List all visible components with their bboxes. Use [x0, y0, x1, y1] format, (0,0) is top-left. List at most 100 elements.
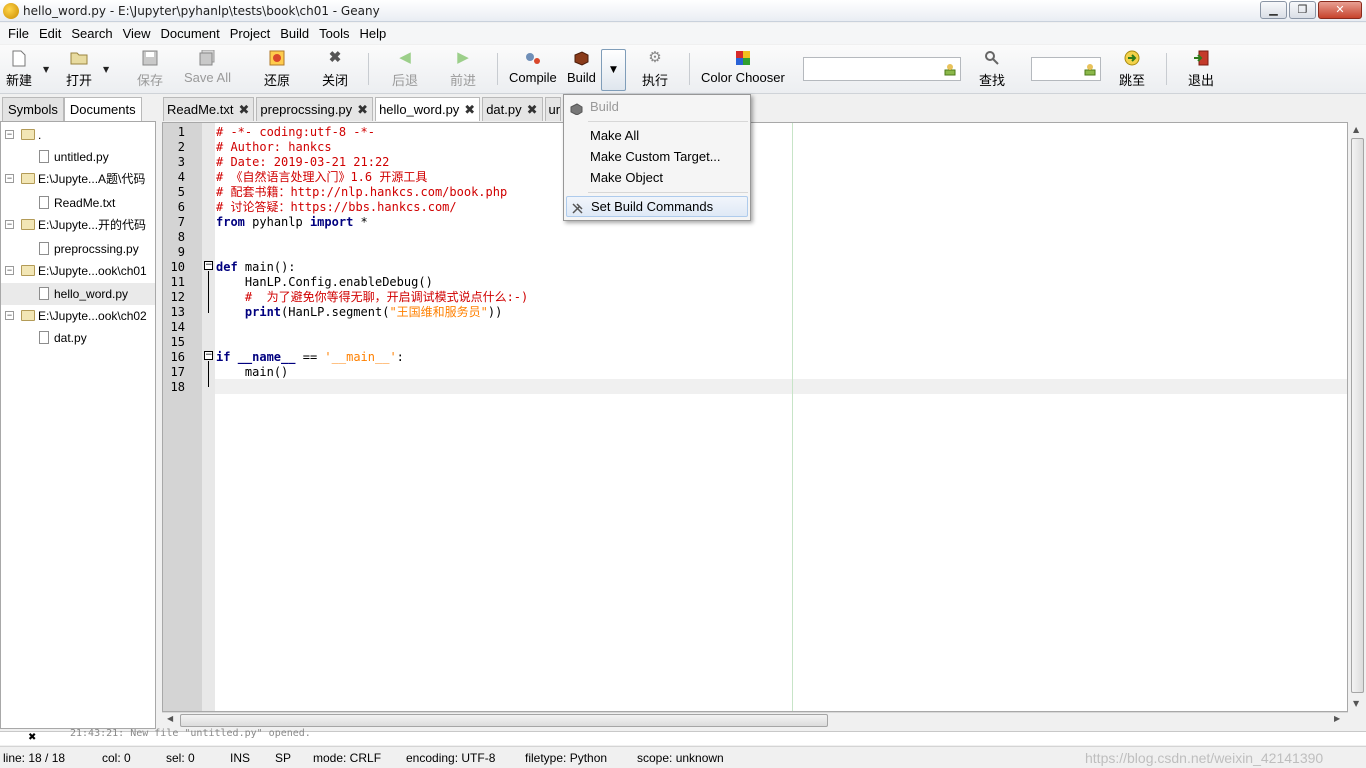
menu-item-make-object[interactable]: Make Object [564, 167, 750, 188]
build-dropdown-button[interactable]: ▼ [601, 49, 626, 91]
close-tab-icon[interactable]: ✖ [464, 99, 475, 121]
compile-button[interactable]: Compile [509, 49, 557, 91]
menu-document[interactable]: Document [157, 26, 224, 41]
collapse-icon[interactable]: − [5, 220, 14, 229]
menu-item-make-all[interactable]: Make All [564, 125, 750, 146]
tree-file-selected[interactable]: hello_word.py [1, 283, 155, 305]
menu-separator [588, 192, 748, 193]
tab-symbols[interactable]: Symbols [2, 97, 64, 121]
horizontal-scroll-thumb[interactable] [180, 714, 828, 727]
search-input[interactable] [803, 57, 961, 81]
forward-button[interactable]: ▶ 前进 [450, 49, 476, 91]
line-number: 11 [170, 275, 185, 289]
revert-button[interactable]: 还原 [264, 49, 290, 91]
close-window-button[interactable]: ✕ [1318, 1, 1362, 19]
tree-folder[interactable]: − E:\Jupyte...ook\ch02 [1, 305, 155, 327]
toolbar-separator [497, 53, 498, 85]
tree-folder[interactable]: − E:\Jupyte...开的代码 [1, 214, 155, 236]
status-sp: SP [275, 751, 292, 765]
back-button[interactable]: ◀ 后退 [392, 49, 418, 91]
fold-toggle-icon[interactable]: − [204, 261, 213, 270]
collapse-icon[interactable]: − [5, 130, 14, 139]
goto-go-icon[interactable] [1084, 62, 1096, 76]
collapse-icon[interactable]: − [5, 311, 14, 320]
folder-icon [21, 173, 35, 184]
horizontal-scrollbar[interactable]: ◀ ▶ [162, 712, 1348, 728]
close-tab-icon[interactable]: ✖ [357, 99, 368, 121]
scroll-right-arrow[interactable]: ▶ [1334, 714, 1340, 723]
menu-project[interactable]: Project [226, 26, 274, 41]
tab-readme[interactable]: ReadMe.txt ✖ [163, 97, 255, 121]
code-line[interactable]: # Author: hankcs [216, 140, 332, 155]
tab-documents[interactable]: Documents [63, 97, 142, 121]
collapse-icon[interactable]: − [5, 266, 14, 275]
tree-folder[interactable]: − . [1, 124, 155, 146]
code-line[interactable]: main() [216, 365, 288, 380]
goto-button[interactable]: 跳至 [1119, 49, 1145, 91]
menu-build[interactable]: Build [276, 26, 313, 41]
tree-folder[interactable]: − E:\Jupyte...A题\代码 [1, 168, 155, 190]
status-bar: line: 18 / 18 col: 0 sel: 0 INS SP mode:… [0, 746, 1366, 768]
tab-dat[interactable]: dat.py ✖ [482, 97, 543, 121]
search-go-icon[interactable] [944, 62, 956, 76]
code-line[interactable]: # 配套书籍：http://nlp.hankcs.com/book.php [216, 185, 507, 200]
code-line[interactable]: if __name__ == '__main__': [216, 350, 404, 365]
code-line[interactable]: # -*- coding:utf-8 -*- [216, 125, 375, 140]
new-dropdown-arrow[interactable]: ▼ [43, 65, 49, 74]
code-line[interactable]: from pyhanlp import * [216, 215, 368, 230]
geany-app-icon [3, 2, 19, 19]
execute-button[interactable]: ⚙ 执行 [642, 49, 668, 91]
open-button[interactable]: 打开 [66, 49, 92, 91]
fold-toggle-icon[interactable]: − [204, 351, 213, 360]
new-button[interactable]: 新建 [6, 49, 32, 91]
code-line[interactable]: # Date: 2019-03-21 21:22 [216, 155, 389, 170]
menu-tools[interactable]: Tools [315, 26, 353, 41]
tab-hello-word[interactable]: hello_word.py ✖ [375, 97, 481, 121]
tree-file[interactable]: preprocssing.py [1, 238, 155, 260]
vertical-scroll-thumb[interactable] [1351, 138, 1364, 693]
close-tab-icon[interactable]: ✖ [527, 99, 538, 121]
line-number: 2 [177, 140, 185, 154]
code-line[interactable]: def main(): [216, 260, 296, 275]
code-line[interactable]: print(HanLP.segment("王国维和服务员")) [216, 305, 502, 320]
color-chooser-button[interactable]: Color Chooser [701, 49, 785, 91]
vertical-scrollbar[interactable]: ▲ ▼ [1349, 122, 1366, 712]
code-line[interactable]: HanLP.Config.enableDebug() [216, 275, 433, 290]
build-button[interactable]: Build [567, 49, 596, 91]
tree-file[interactable]: dat.py [1, 327, 155, 349]
tree-file[interactable]: untitled.py [1, 146, 155, 168]
save-button[interactable]: 保存 [137, 49, 163, 91]
maximize-button[interactable]: ❐ [1289, 1, 1316, 19]
tree-folder[interactable]: − E:\Jupyte...ook\ch01 [1, 260, 155, 282]
menu-help[interactable]: Help [356, 26, 391, 41]
close-icon: ✖ [328, 49, 342, 66]
close-tab-icon[interactable]: ✖ [238, 99, 249, 121]
tab-untitled[interactable]: ur [544, 97, 562, 121]
tree-file[interactable]: ReadMe.txt [1, 192, 155, 214]
open-dropdown-arrow[interactable]: ▼ [103, 65, 109, 74]
scroll-left-arrow[interactable]: ◀ [167, 714, 173, 723]
menu-bar: File Edit Search View Document Project B… [0, 23, 1366, 44]
goto-arrow-icon [1123, 49, 1141, 67]
collapse-icon[interactable]: − [5, 174, 14, 183]
menu-item-set-build-commands[interactable]: Set Build Commands [566, 196, 748, 217]
menu-file[interactable]: File [4, 26, 33, 41]
quit-button[interactable]: 退出 [1188, 49, 1214, 91]
goto-line-input[interactable] [1031, 57, 1101, 81]
code-editor[interactable]: 1 2 3 4 5 6 7 8 9 10 11 12 13 14 15 16 17 18 # -*- coding… [162, 122, 1348, 712]
scroll-up-arrow[interactable]: ▲ [1353, 125, 1359, 134]
scroll-down-arrow[interactable]: ▼ [1353, 699, 1359, 708]
save-all-button[interactable]: Save All [184, 49, 231, 91]
close-file-button[interactable]: ✖ 关闭 [322, 49, 348, 91]
menu-edit[interactable]: Edit [35, 26, 65, 41]
code-line[interactable]: # 讨论答疑：https://bbs.hankcs.com/ [216, 200, 457, 215]
code-line[interactable]: # 《自然语言处理入门》1.6 开源工具 [216, 170, 427, 185]
find-button[interactable]: 查找 [979, 49, 1005, 91]
tab-preprocssing[interactable]: preprocssing.py ✖ [256, 97, 374, 121]
menu-item-make-custom-target[interactable]: Make Custom Target... [564, 146, 750, 167]
minimize-button[interactable]: ▁ [1260, 1, 1287, 19]
code-line[interactable]: # 为了避免你等得无聊，开启调试模式说点什么:-) [216, 290, 528, 305]
menu-search[interactable]: Search [67, 26, 116, 41]
menu-view[interactable]: View [119, 26, 155, 41]
message-close-icon[interactable]: ✖ [28, 732, 36, 743]
